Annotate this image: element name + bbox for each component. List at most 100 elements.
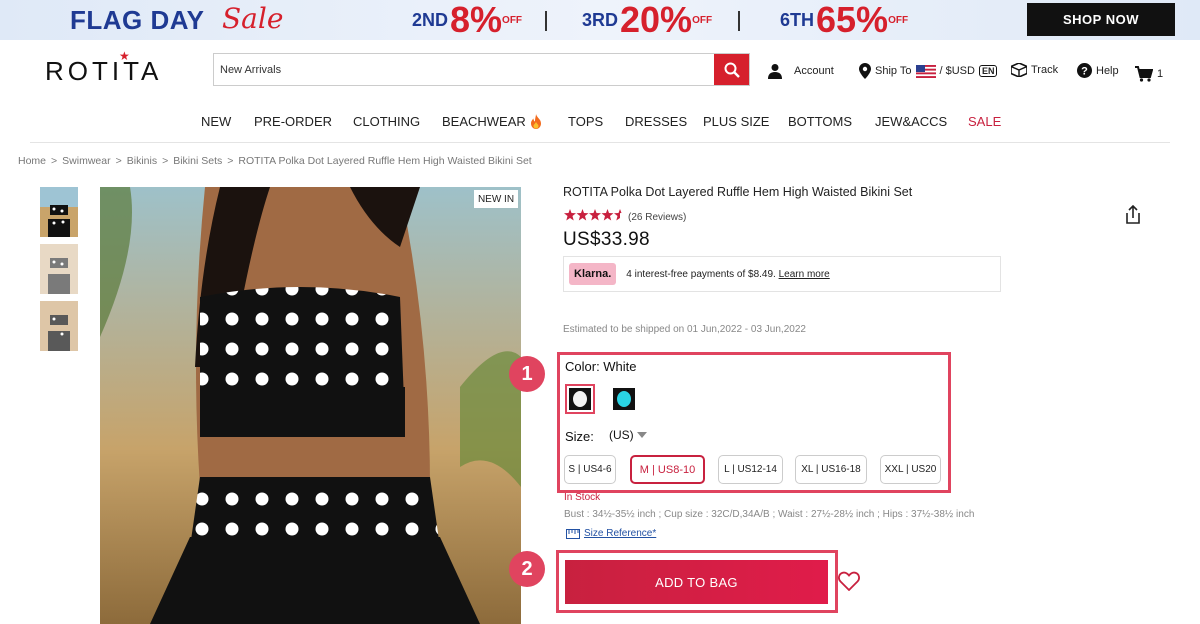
site-logo[interactable]: ROTITA ★ bbox=[45, 49, 163, 87]
crumb-current: ROTITA Polka Dot Layered Ruffle Hem High… bbox=[238, 155, 532, 167]
promo-off: OFF bbox=[692, 14, 713, 26]
track-label: Track bbox=[1031, 64, 1059, 76]
promo-2nd: 2ND 8% OFF bbox=[412, 2, 522, 38]
location-pin-icon bbox=[859, 63, 871, 79]
promo-label: 6TH bbox=[780, 9, 815, 30]
add-to-bag-button[interactable]: ADD TO BAG bbox=[565, 560, 828, 604]
nav-beachwear-label: BEACHWEAR bbox=[442, 114, 526, 129]
review-count[interactable]: (26 Reviews) bbox=[628, 212, 686, 223]
nav-plus-size[interactable]: PLUS SIZE bbox=[703, 114, 769, 129]
share-icon[interactable] bbox=[1124, 204, 1142, 230]
product-price: US$33.98 bbox=[563, 229, 650, 250]
size-unit-selector[interactable]: (US) bbox=[609, 428, 648, 442]
nav-new[interactable]: NEW bbox=[201, 114, 231, 129]
new-in-badge: NEW IN bbox=[474, 190, 518, 208]
crumb-bikinis[interactable]: Bikinis bbox=[127, 155, 157, 167]
promo-pct: 20% bbox=[620, 0, 693, 40]
nav-bottoms[interactable]: BOTTOMS bbox=[788, 114, 852, 129]
svg-text:?: ? bbox=[1081, 66, 1088, 78]
cart-count: 1 bbox=[1157, 68, 1164, 80]
promo-divider bbox=[738, 11, 740, 31]
currency-label: / $USD bbox=[939, 65, 975, 77]
search-button[interactable] bbox=[714, 54, 749, 85]
star-icon: ★ bbox=[119, 49, 134, 63]
color-swatch-white[interactable] bbox=[565, 384, 595, 414]
size-option-m[interactable]: M | US8-10 bbox=[630, 455, 705, 484]
crumb-swimwear[interactable]: Swimwear bbox=[62, 155, 110, 167]
user-icon bbox=[768, 64, 782, 79]
nav-pre-order[interactable]: PRE-ORDER bbox=[254, 114, 332, 129]
size-reference-link[interactable]: Size Reference* bbox=[566, 528, 656, 539]
promo-6th: 6TH 65% OFF bbox=[780, 2, 908, 38]
nav-beachwear[interactable]: BEACHWEAR bbox=[442, 114, 542, 129]
klarna-logo: Klarna. bbox=[569, 263, 617, 285]
promo-3rd: 3RD 20% OFF bbox=[582, 2, 712, 38]
product-main-image[interactable] bbox=[100, 187, 521, 624]
promo-label: 2ND bbox=[412, 9, 449, 30]
size-option-xl[interactable]: XL | US16-18 bbox=[795, 455, 867, 484]
nav-jew-accs[interactable]: JEW&ACCS bbox=[875, 114, 947, 129]
klarna-learn-more-link[interactable]: Learn more bbox=[779, 269, 830, 280]
stock-status: In Stock bbox=[564, 492, 601, 503]
ship-to-selector[interactable]: Ship To / $USD EN bbox=[859, 63, 998, 79]
color-swatch-cyan[interactable] bbox=[609, 384, 639, 414]
fire-icon bbox=[530, 114, 541, 129]
annotation-badge-2: 2 bbox=[509, 551, 545, 587]
crumb-bikini-sets[interactable]: Bikini Sets bbox=[173, 155, 222, 167]
ship-to-label: Ship To bbox=[875, 65, 912, 77]
size-option-l[interactable]: L | US12-14 bbox=[718, 455, 783, 484]
klarna-payment-info: Klarna. 4 interest-free payments of $8.4… bbox=[563, 256, 1001, 292]
promo-pct: 8% bbox=[450, 0, 503, 40]
nav-divider bbox=[30, 142, 1170, 143]
breadcrumb: Home > Swimwear > Bikinis > Bikini Sets … bbox=[18, 155, 532, 167]
crumb-separator: > bbox=[227, 155, 234, 167]
promo-off: OFF bbox=[502, 14, 523, 26]
rating-stars[interactable] bbox=[564, 209, 626, 224]
gallery-thumbnail[interactable] bbox=[40, 244, 78, 294]
crumb-home[interactable]: Home bbox=[18, 155, 46, 167]
size-label: Size: bbox=[565, 429, 594, 444]
size-option-s[interactable]: S | US4-6 bbox=[564, 455, 616, 484]
promo-pct: 65% bbox=[816, 0, 889, 40]
klarna-installments: 4 interest-free payments of $8.49. bbox=[626, 268, 776, 280]
flag-day-title: FLAG DAY bbox=[70, 5, 205, 35]
account-link[interactable]: Account bbox=[768, 63, 834, 79]
help-link[interactable]: ? Help bbox=[1077, 63, 1119, 78]
search-icon bbox=[724, 62, 740, 78]
promo-banner[interactable]: FLAG DAY Sale 2ND 8% OFF 3RD 20% OFF 6TH… bbox=[0, 0, 1200, 40]
crumb-separator: > bbox=[51, 155, 58, 167]
search-bar[interactable] bbox=[213, 53, 750, 86]
package-icon bbox=[1011, 63, 1027, 77]
sale-script: Sale bbox=[222, 2, 284, 35]
gallery-thumbnail[interactable] bbox=[40, 301, 78, 351]
gallery-thumbnail[interactable] bbox=[40, 187, 78, 237]
ruler-icon bbox=[566, 528, 580, 539]
logo-text: ROTITA bbox=[45, 56, 163, 86]
search-input[interactable] bbox=[214, 54, 714, 85]
product-title: ROTITA Polka Dot Layered Ruffle Hem High… bbox=[563, 185, 913, 199]
cart-icon bbox=[1135, 66, 1153, 82]
size-unit-label: (US) bbox=[609, 428, 634, 442]
wishlist-heart-icon[interactable] bbox=[838, 571, 860, 596]
shipping-estimate: Estimated to be shipped on 01 Jun,2022 -… bbox=[563, 324, 806, 335]
nav-tops[interactable]: TOPS bbox=[568, 114, 603, 129]
size-measurements: Bust : 34½-35½ inch ; Cup size : 32C/D,3… bbox=[564, 509, 975, 520]
shop-now-button[interactable]: SHOP NOW bbox=[1027, 3, 1175, 36]
nav-sale[interactable]: SALE bbox=[968, 114, 1001, 129]
caret-down-icon bbox=[637, 432, 648, 438]
nav-clothing[interactable]: CLOTHING bbox=[353, 114, 420, 129]
track-link[interactable]: Track bbox=[1011, 63, 1058, 77]
size-option-xxl[interactable]: XXL | US20 bbox=[880, 455, 941, 484]
color-label: Color: White bbox=[565, 359, 637, 374]
size-reference-label: Size Reference* bbox=[584, 528, 657, 539]
nav-dresses[interactable]: DRESSES bbox=[625, 114, 687, 129]
account-label: Account bbox=[794, 65, 834, 77]
cart-link[interactable]: 1 bbox=[1135, 66, 1163, 82]
language-badge: EN bbox=[978, 65, 998, 77]
help-icon: ? bbox=[1077, 63, 1092, 78]
crumb-separator: > bbox=[162, 155, 169, 167]
promo-divider bbox=[545, 11, 547, 31]
crumb-separator: > bbox=[115, 155, 122, 167]
star-rating-icon bbox=[564, 209, 622, 221]
us-flag-icon bbox=[915, 64, 936, 78]
